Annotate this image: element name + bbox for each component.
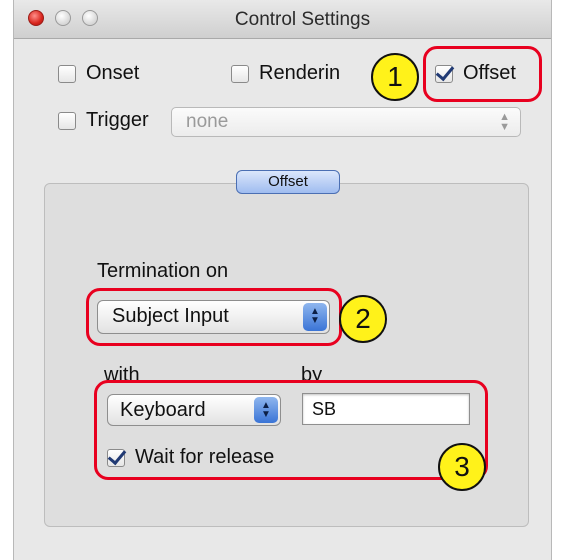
trigger-label: Trigger xyxy=(86,109,149,131)
tab-offset[interactable]: Offset xyxy=(236,170,340,194)
by-label: by xyxy=(301,364,323,382)
termination-label: Termination on xyxy=(97,260,229,282)
callout-2: 2 xyxy=(339,295,387,343)
rendering-checkbox-box[interactable] xyxy=(231,64,249,83)
trigger-select-value: none xyxy=(186,111,229,132)
rendering-checkbox[interactable]: Renderin xyxy=(231,62,340,85)
onset-checkbox-box[interactable] xyxy=(58,64,76,83)
highlight-input-options xyxy=(94,380,488,480)
highlight-offset xyxy=(423,46,542,102)
highlight-termination xyxy=(86,288,342,346)
callout-1: 1 xyxy=(371,53,419,101)
trigger-checkbox[interactable]: Trigger xyxy=(58,109,149,132)
trigger-checkbox-box[interactable] xyxy=(58,111,76,130)
trigger-select[interactable]: none ▲ ▼ xyxy=(171,107,521,137)
window-title: Control Settings xyxy=(234,9,371,30)
rendering-label: Renderin xyxy=(259,62,341,84)
title-bar: Control Settings xyxy=(14,0,551,39)
onset-label: Onset xyxy=(86,62,140,84)
with-label: with xyxy=(104,364,140,382)
up-down-arrows-icon: ▲ ▼ xyxy=(499,111,510,133)
callout-3: 3 xyxy=(438,443,486,491)
onset-checkbox[interactable]: Onset xyxy=(58,62,139,85)
